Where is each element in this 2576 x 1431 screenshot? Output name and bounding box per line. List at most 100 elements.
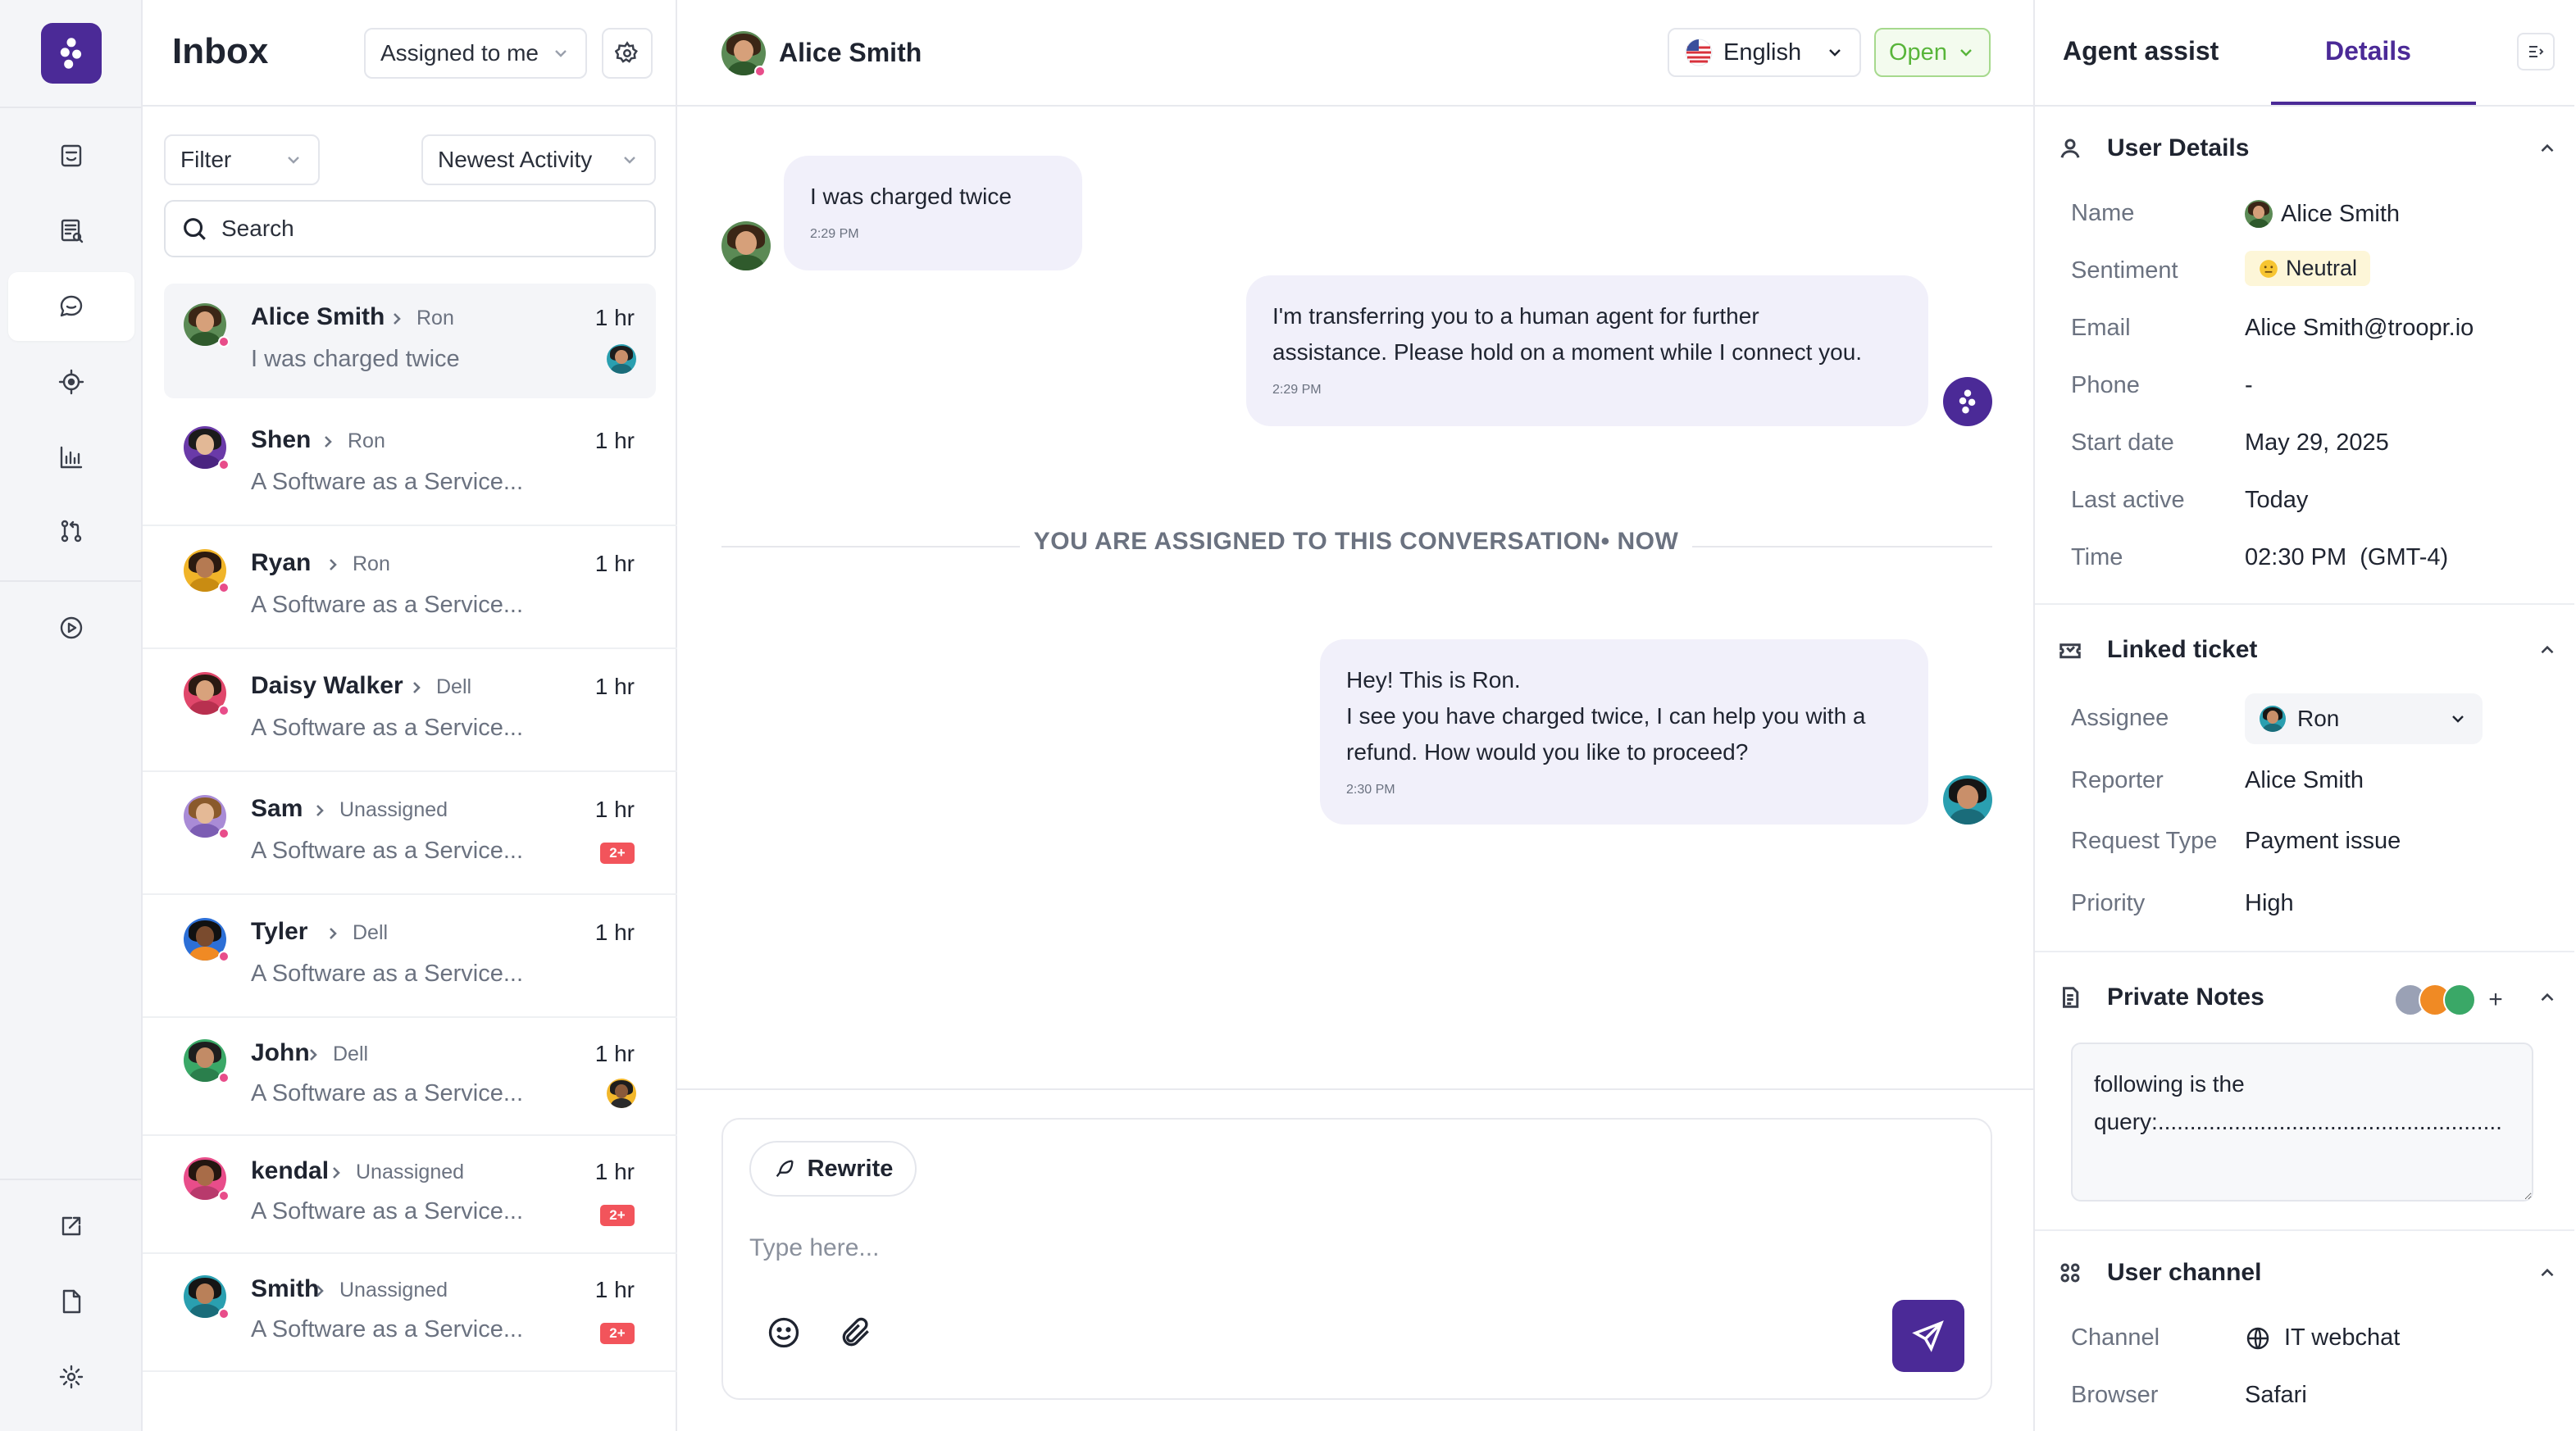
rail-divider xyxy=(0,1179,141,1180)
app-logo[interactable] xyxy=(41,23,102,84)
user-details-header[interactable]: User Details xyxy=(2058,134,2558,162)
nav-dashboard[interactable] xyxy=(8,121,134,190)
field-label: Phone xyxy=(2071,372,2140,398)
emoji-button[interactable] xyxy=(766,1315,802,1355)
assigned-filter-select[interactable]: Assigned to me xyxy=(364,28,587,79)
user-channel-header[interactable]: User channel xyxy=(2058,1259,2558,1287)
chat-header: Alice Smith English Open xyxy=(677,0,2033,107)
status-label: Open xyxy=(1889,39,1947,66)
attach-button[interactable] xyxy=(838,1315,874,1355)
message-input[interactable] xyxy=(749,1234,1897,1262)
conversation-name: Shen xyxy=(251,426,312,453)
add-collaborator-button[interactable]: + xyxy=(2481,985,2510,1015)
nav-rail xyxy=(0,0,143,1431)
send-button[interactable] xyxy=(1892,1300,1964,1372)
unread-badge: 2+ xyxy=(600,843,635,864)
conversation-assignee: Ron xyxy=(320,429,385,453)
field-label: Name xyxy=(2071,200,2135,226)
status-select[interactable]: Open xyxy=(1874,28,1991,77)
field-value-sentiment: Neutral xyxy=(2245,251,2371,286)
conversation-item[interactable]: kendal Unassigned 1 hr A Software as a S… xyxy=(143,1139,677,1254)
contact-name: Alice Smith xyxy=(779,38,922,67)
language-select[interactable]: English xyxy=(1668,28,1861,77)
private-notes-textarea[interactable]: following is the query:.................… xyxy=(2071,1043,2533,1202)
conversation-item[interactable]: Sam Unassigned 1 hr A Software as a Serv… xyxy=(143,775,677,895)
message-composer: Rewrite xyxy=(721,1118,1992,1400)
chevron-up-icon xyxy=(2541,993,2554,1002)
filter-select[interactable]: Filter xyxy=(164,134,320,185)
nav-docs[interactable] xyxy=(8,1267,134,1336)
conversation-item[interactable]: Alice Smith Ron 1 hr I was charged twice xyxy=(164,284,656,398)
message-bubble-user: I was charged twice 2:29 PM xyxy=(784,156,1082,270)
private-notes-header[interactable]: Private Notes + xyxy=(2058,984,2558,1016)
nav-workflows[interactable] xyxy=(8,497,134,566)
collapse-panel-button[interactable] xyxy=(2517,33,2555,70)
assignee-label: Ron xyxy=(348,429,385,452)
status-dot xyxy=(218,459,230,470)
assignee-label: Ron xyxy=(416,307,454,329)
nav-settings[interactable] xyxy=(8,1342,134,1411)
message-text: I was charged twice xyxy=(810,184,1012,209)
assignee-avatar xyxy=(607,1079,636,1108)
conversation-name: Ryan xyxy=(251,549,312,576)
chevron-down-icon xyxy=(2452,716,2464,723)
grid-icon xyxy=(2060,1263,2080,1283)
conversation-name: Sam xyxy=(251,795,303,822)
tab-details[interactable]: Details xyxy=(2325,36,2411,66)
conversation-item[interactable]: John Dell 1 hr A Software as a Service..… xyxy=(143,1021,677,1136)
section-title: User channel xyxy=(2107,1259,2262,1286)
conversation-time: 1 hr xyxy=(594,797,635,822)
assignee-select[interactable]: Ron xyxy=(2245,693,2483,744)
field-value-phone: - xyxy=(2245,372,2253,398)
conversation-item[interactable]: Daisy Walker Dell 1 hr A Software as a S… xyxy=(143,652,677,772)
conversation-name: kendal xyxy=(251,1157,330,1184)
conversation-item[interactable]: Shen Ron 1 hr A Software as a Service... xyxy=(143,407,677,526)
avatar xyxy=(2245,200,2273,228)
message-time: 2:29 PM xyxy=(810,227,859,241)
assignee-label: Dell xyxy=(436,675,472,698)
conversation-item[interactable]: Smith Unassigned 1 hr A Software as a Se… xyxy=(143,1257,677,1372)
filter-label: Filter xyxy=(180,147,232,172)
chevron-right-icon xyxy=(325,435,332,447)
panel-collapse-icon xyxy=(2529,46,2544,57)
status-dot xyxy=(754,66,766,77)
tab-agent-assist[interactable]: Agent assist xyxy=(2063,36,2219,66)
conversation-preview: A Software as a Service... xyxy=(251,469,524,495)
nav-play[interactable] xyxy=(8,593,134,662)
nav-reports[interactable] xyxy=(8,197,134,266)
message-line: Hey! This is Ron. xyxy=(1346,667,1521,693)
message-line: I'm transferring you to a human agent fo… xyxy=(1272,303,1759,329)
field-value-time: 02:30 PM (GMT-4) xyxy=(2245,544,2449,570)
feather-icon xyxy=(776,1160,794,1178)
conversation-item[interactable]: Tyler Dell 1 hr A Software as a Service.… xyxy=(143,898,677,1018)
conversation-preview: I was charged twice xyxy=(251,346,460,372)
conversation-preview: A Software as a Service... xyxy=(251,715,524,741)
chevron-down-icon xyxy=(555,50,567,57)
message-line: assistance. Please hold on a moment whil… xyxy=(1272,339,1863,365)
linked-ticket-header[interactable]: Linked ticket xyxy=(2058,636,2558,664)
chevron-up-icon xyxy=(2541,1268,2554,1277)
inbox-settings-button[interactable] xyxy=(602,28,653,79)
reports-icon xyxy=(61,219,84,243)
conversation-time: 1 hr xyxy=(594,920,635,945)
nav-inbox[interactable] xyxy=(8,272,134,341)
nav-targets[interactable] xyxy=(8,348,134,416)
nav-launch[interactable] xyxy=(8,1192,134,1261)
sentiment-chip: Neutral xyxy=(2245,251,2371,286)
chevron-right-icon xyxy=(413,681,421,693)
conversation-time: 1 hr xyxy=(594,1041,635,1066)
field-value-request-type: Payment issue xyxy=(2245,828,2401,854)
field-value-priority: High xyxy=(2245,890,2294,916)
bar-chart-icon xyxy=(60,446,83,469)
conversation-item[interactable]: Ryan Ron 1 hr A Software as a Service... xyxy=(143,529,677,649)
chevron-up-icon xyxy=(2541,143,2554,152)
field-value-email[interactable]: Alice Smith@troopr.io xyxy=(2245,315,2474,342)
section-divider xyxy=(2035,603,2574,605)
chevron-down-icon xyxy=(1960,49,1972,57)
rewrite-button[interactable]: Rewrite xyxy=(749,1141,917,1197)
search-input[interactable]: Search xyxy=(164,200,656,257)
details-panel: Agent assist Details User Details Name A… xyxy=(2035,0,2574,1431)
sort-select[interactable]: Newest Activity xyxy=(421,134,656,185)
nav-analytics[interactable] xyxy=(8,423,134,492)
active-tab-indicator xyxy=(2271,102,2476,105)
